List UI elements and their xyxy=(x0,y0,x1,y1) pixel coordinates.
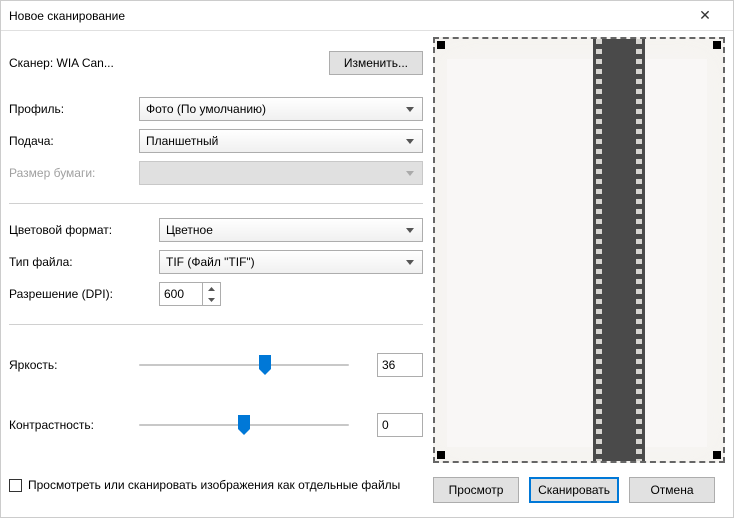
source-select[interactable]: Планшетный xyxy=(139,129,423,153)
preview-button[interactable]: Просмотр xyxy=(433,477,519,503)
source-label: Подача: xyxy=(9,134,139,148)
scan-dialog: Новое сканирование ✕ Сканер: WIA Can... … xyxy=(0,0,734,518)
contrast-label: Контрастность: xyxy=(9,418,139,432)
dpi-input[interactable] xyxy=(160,283,202,305)
window-title: Новое сканирование xyxy=(9,9,685,23)
dpi-spinner[interactable] xyxy=(159,282,221,306)
crop-handle-br[interactable] xyxy=(713,451,721,459)
dpi-up-button[interactable] xyxy=(203,283,220,294)
separate-files-checkbox[interactable] xyxy=(9,479,22,492)
settings-panel: Сканер: WIA Can... Изменить... Профиль: … xyxy=(1,31,433,517)
brightness-label: Яркость: xyxy=(9,358,139,372)
paper-size-label: Размер бумаги: xyxy=(9,166,139,180)
color-format-label: Цветовой формат: xyxy=(9,223,159,237)
contrast-thumb[interactable] xyxy=(238,415,250,435)
brightness-thumb[interactable] xyxy=(259,355,271,375)
change-scanner-button[interactable]: Изменить... xyxy=(329,51,423,75)
brightness-slider[interactable] xyxy=(139,355,349,375)
contrast-slider[interactable] xyxy=(139,415,349,435)
contrast-value[interactable] xyxy=(377,413,423,437)
film-strip-image xyxy=(593,39,645,461)
dpi-down-button[interactable] xyxy=(203,294,220,305)
crop-handle-tr[interactable] xyxy=(713,41,721,49)
file-type-select[interactable]: TIF (Файл "TIF") xyxy=(159,250,423,274)
paper-size-select xyxy=(139,161,423,185)
preview-area[interactable] xyxy=(433,37,725,463)
brightness-value[interactable] xyxy=(377,353,423,377)
profile-label: Профиль: xyxy=(9,102,139,116)
separator xyxy=(9,324,423,325)
separate-files-label: Просмотреть или сканировать изображения … xyxy=(28,477,400,493)
titlebar: Новое сканирование ✕ xyxy=(1,1,733,31)
footer-buttons: Просмотр Сканировать Отмена xyxy=(433,463,725,517)
color-format-select[interactable]: Цветное xyxy=(159,218,423,242)
close-button[interactable]: ✕ xyxy=(685,7,725,24)
crop-handle-tl[interactable] xyxy=(437,41,445,49)
cancel-button[interactable]: Отмена xyxy=(629,477,715,503)
dpi-label: Разрешение (DPI): xyxy=(9,287,159,301)
scanner-label: Сканер: WIA Can... xyxy=(9,56,329,70)
crop-handle-bl[interactable] xyxy=(437,451,445,459)
profile-select[interactable]: Фото (По умолчанию) xyxy=(139,97,423,121)
scan-button[interactable]: Сканировать xyxy=(529,477,619,503)
file-type-label: Тип файла: xyxy=(9,255,159,269)
separator xyxy=(9,203,423,204)
